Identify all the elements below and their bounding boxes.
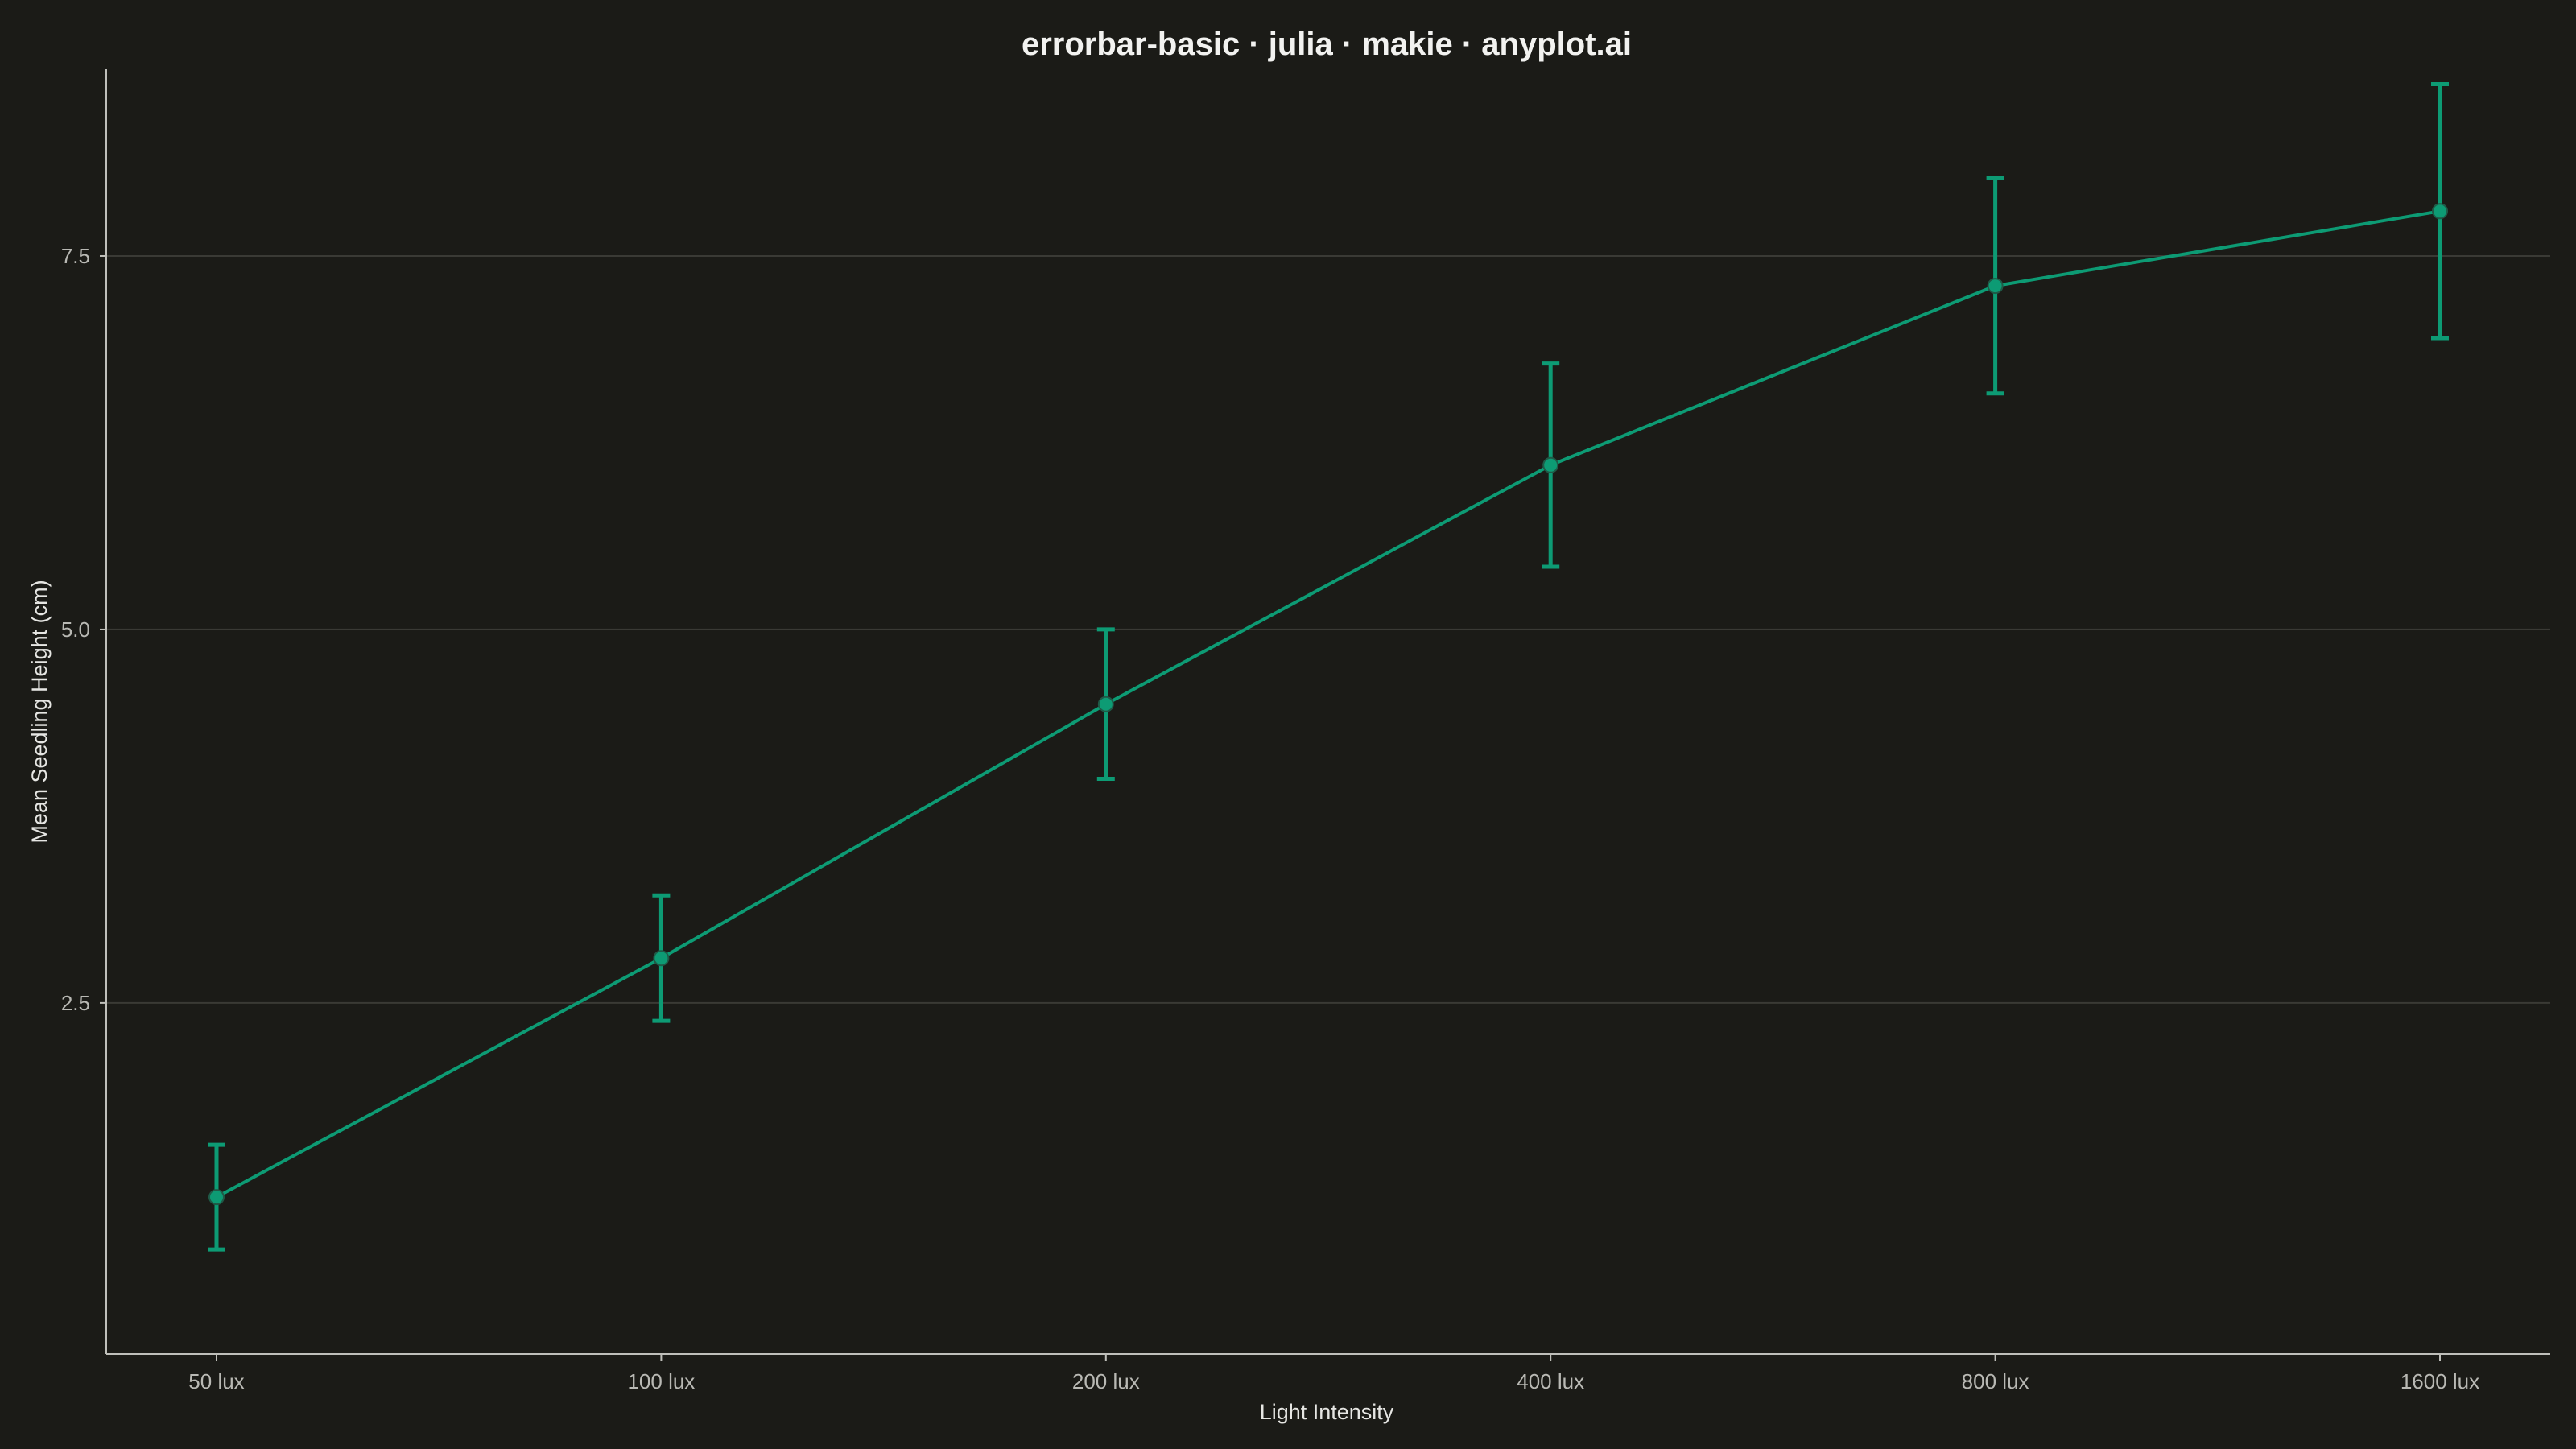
y-tick-label: 5.0: [61, 617, 90, 642]
errorbar-chart: errorbar-basic · julia · makie · anyplot…: [0, 0, 2576, 1449]
y-tick-label: 7.5: [61, 244, 90, 268]
y-tick-label: 2.5: [61, 991, 90, 1015]
data-point: [1987, 278, 2004, 295]
chart-background: [0, 0, 2576, 1449]
data-point: [653, 950, 670, 967]
x-tick-label: 50 lux: [188, 1369, 244, 1393]
data-point: [208, 1189, 225, 1206]
x-tick-label: 100 lux: [627, 1369, 695, 1393]
data-point: [1097, 696, 1114, 712]
x-tick-label: 800 lux: [1962, 1369, 2029, 1393]
data-point: [2432, 203, 2448, 220]
x-tick-label: 200 lux: [1072, 1369, 1140, 1393]
chart-title: errorbar-basic · julia · makie · anyplot…: [1022, 27, 1632, 62]
data-point: [1542, 456, 1559, 473]
x-tick-label: 1600 lux: [2401, 1369, 2479, 1393]
x-tick-label: 400 lux: [1517, 1369, 1584, 1393]
x-axis-label: Light Intensity: [1260, 1400, 1394, 1424]
y-axis-label: Mean Seedling Height (cm): [27, 580, 52, 843]
